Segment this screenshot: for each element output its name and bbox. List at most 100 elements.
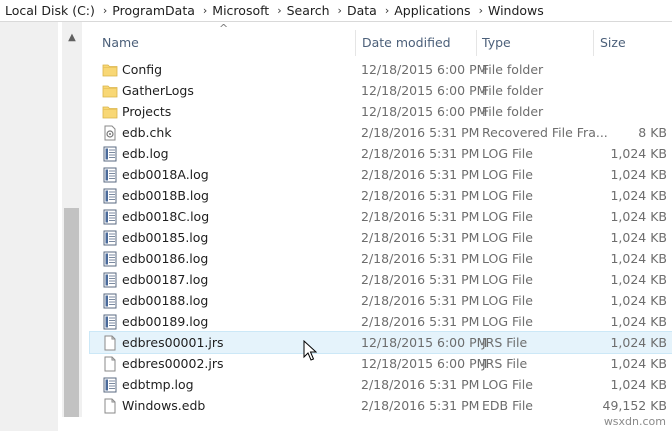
file-name: Windows.edb [122, 398, 206, 413]
file-row[interactable]: GatherLogs 12/18/2015 6:00 PM File folder [90, 80, 672, 101]
file-type: EDB File [482, 398, 533, 413]
breadcrumb-separator-icon[interactable]: › [195, 4, 207, 17]
watermark: wsxdn.com [603, 415, 666, 428]
breadcrumb-separator-icon[interactable]: › [377, 4, 389, 17]
log-file-icon [102, 251, 118, 267]
blank-file-icon [102, 356, 118, 372]
file-size: 1,024 KB [610, 209, 667, 224]
file-date-modified: 2/18/2016 5:31 PM [361, 125, 480, 140]
file-row[interactable]: edbres00001.jrs 12/18/2015 6:00 PM JRS Fil… [89, 331, 672, 354]
vertical-scrollbar[interactable]: ▲ [62, 22, 82, 417]
log-file-icon [102, 293, 118, 309]
file-row[interactable]: edb0018C.log 2/18/2016 5:31 PM LOG File 1,0… [90, 206, 672, 227]
breadcrumb-item[interactable]: ProgramData [107, 3, 195, 18]
file-type: LOG File [482, 251, 533, 266]
file-type: LOG File [482, 167, 533, 182]
breadcrumb-item[interactable]: Search [282, 3, 330, 18]
file-name: edbres00001.jrs [122, 335, 224, 350]
file-row[interactable]: Config 12/18/2015 6:00 PM File folder [90, 59, 672, 80]
file-date-modified: 2/18/2016 5:31 PM [361, 293, 480, 308]
file-name: edb0018A.log [122, 167, 209, 182]
file-date-modified: 2/18/2016 5:31 PM [361, 167, 480, 182]
sort-ascending-icon: ^ [219, 22, 229, 35]
file-name: edb0018B.log [122, 188, 209, 203]
file-date-modified: 2/18/2016 5:31 PM [361, 230, 480, 245]
breadcrumb-item[interactable]: Windows [483, 3, 544, 18]
file-size: 1,024 KB [610, 293, 667, 308]
log-file-icon [102, 314, 118, 330]
file-row[interactable]: edb00189.log 2/18/2016 5:31 PM LOG File 1,0… [90, 311, 672, 332]
breadcrumb-separator-icon[interactable]: › [269, 4, 281, 17]
navigation-pane [0, 22, 58, 431]
file-list: Config 12/18/2015 6:00 PM File folder Gathe… [89, 59, 672, 416]
file-row[interactable]: edb00187.log 2/18/2016 5:31 PM LOG File 1,0… [90, 269, 672, 290]
column-divider[interactable] [476, 30, 477, 56]
file-row[interactable]: edb.chk 2/18/2016 5:31 PM Recovered File F… [90, 122, 672, 143]
log-file-icon [102, 167, 118, 183]
file-type: File folder [482, 104, 544, 119]
file-size: 1,024 KB [610, 146, 667, 161]
scroll-up-arrow-icon[interactable]: ▲ [62, 28, 82, 46]
file-type: LOG File [482, 230, 533, 245]
file-date-modified: 2/18/2016 5:31 PM [361, 272, 480, 287]
file-name: edb00187.log [122, 272, 209, 287]
column-name[interactable]: Name [102, 35, 139, 50]
scrollbar-thumb[interactable] [64, 208, 79, 417]
column-date-modified[interactable]: Date modified [362, 35, 451, 50]
file-row[interactable]: edb00185.log 2/18/2016 5:31 PM LOG File 1,0… [90, 227, 672, 248]
file-type: File folder [482, 62, 544, 77]
file-row[interactable]: edb00186.log 2/18/2016 5:31 PM LOG File 1,0… [90, 248, 672, 269]
breadcrumb-separator-icon[interactable]: › [471, 4, 483, 17]
file-row[interactable]: edb0018B.log 2/18/2016 5:31 PM LOG File 1,0… [90, 185, 672, 206]
file-date-modified: 12/18/2015 6:00 PM [361, 356, 488, 371]
column-header: ^ Name Date modified Type Size [90, 22, 672, 62]
file-size: 49,152 KB [602, 398, 667, 413]
file-name: edbres00002.jrs [122, 356, 224, 371]
folder-icon [102, 62, 118, 78]
mouse-pointer-icon [303, 340, 317, 361]
file-date-modified: 2/18/2016 5:31 PM [361, 209, 480, 224]
file-size: 1,024 KB [610, 251, 667, 266]
folder-icon [102, 104, 118, 120]
column-divider[interactable] [355, 30, 356, 56]
file-size: 1,024 KB [610, 188, 667, 203]
column-divider[interactable] [593, 30, 594, 56]
file-row[interactable]: Projects 12/18/2015 6:00 PM File folder [90, 101, 672, 122]
file-row[interactable]: edbtmp.log 2/18/2016 5:31 PM LOG File 1,024… [90, 374, 672, 395]
file-type: LOG File [482, 377, 533, 392]
breadcrumb-separator-icon[interactable]: › [330, 4, 342, 17]
file-size: 8 KB [638, 125, 667, 140]
file-date-modified: 12/18/2015 6:00 PM [361, 335, 488, 350]
file-row[interactable]: edb00188.log 2/18/2016 5:31 PM LOG File 1,0… [90, 290, 672, 311]
blank-file-icon [102, 335, 118, 351]
file-size: 1,024 KB [610, 167, 667, 182]
file-name: edb.chk [122, 125, 172, 140]
file-row[interactable]: Windows.edb 2/18/2016 5:31 PM EDB File 49,1… [90, 395, 672, 416]
file-row[interactable]: edb0018A.log 2/18/2016 5:31 PM LOG File 1,0… [90, 164, 672, 185]
file-name: edb00189.log [122, 314, 209, 329]
file-size: 1,024 KB [610, 230, 667, 245]
breadcrumb-item[interactable]: Local Disk (C:) [0, 3, 95, 18]
file-name: edb00188.log [122, 293, 209, 308]
folder-icon [102, 83, 118, 99]
log-file-icon [102, 188, 118, 204]
blank-file-icon [102, 398, 118, 414]
breadcrumb-item[interactable]: Microsoft [207, 3, 269, 18]
log-file-icon [102, 377, 118, 393]
breadcrumb-item[interactable]: Applications [389, 3, 470, 18]
file-date-modified: 2/18/2016 5:31 PM [361, 314, 480, 329]
breadcrumb: Local Disk (C:) › ProgramData › Microsoft › Se… [0, 0, 672, 22]
breadcrumb-item[interactable]: Data [342, 3, 377, 18]
file-type: JRS File [482, 356, 528, 371]
breadcrumb-separator-icon[interactable]: › [95, 4, 107, 17]
file-name: edb.log [122, 146, 169, 161]
file-date-modified: 2/18/2016 5:31 PM [361, 377, 480, 392]
file-name: GatherLogs [122, 83, 194, 98]
file-size: 1,024 KB [610, 272, 667, 287]
file-size: 1,024 KB [610, 377, 667, 392]
column-type[interactable]: Type [482, 35, 511, 50]
column-size[interactable]: Size [600, 35, 626, 50]
file-row[interactable]: edbres00002.jrs 12/18/2015 6:00 PM JRS Fil… [90, 353, 672, 374]
file-name: Config [122, 62, 163, 77]
file-row[interactable]: edb.log 2/18/2016 5:31 PM LOG File 1,024 KB [90, 143, 672, 164]
